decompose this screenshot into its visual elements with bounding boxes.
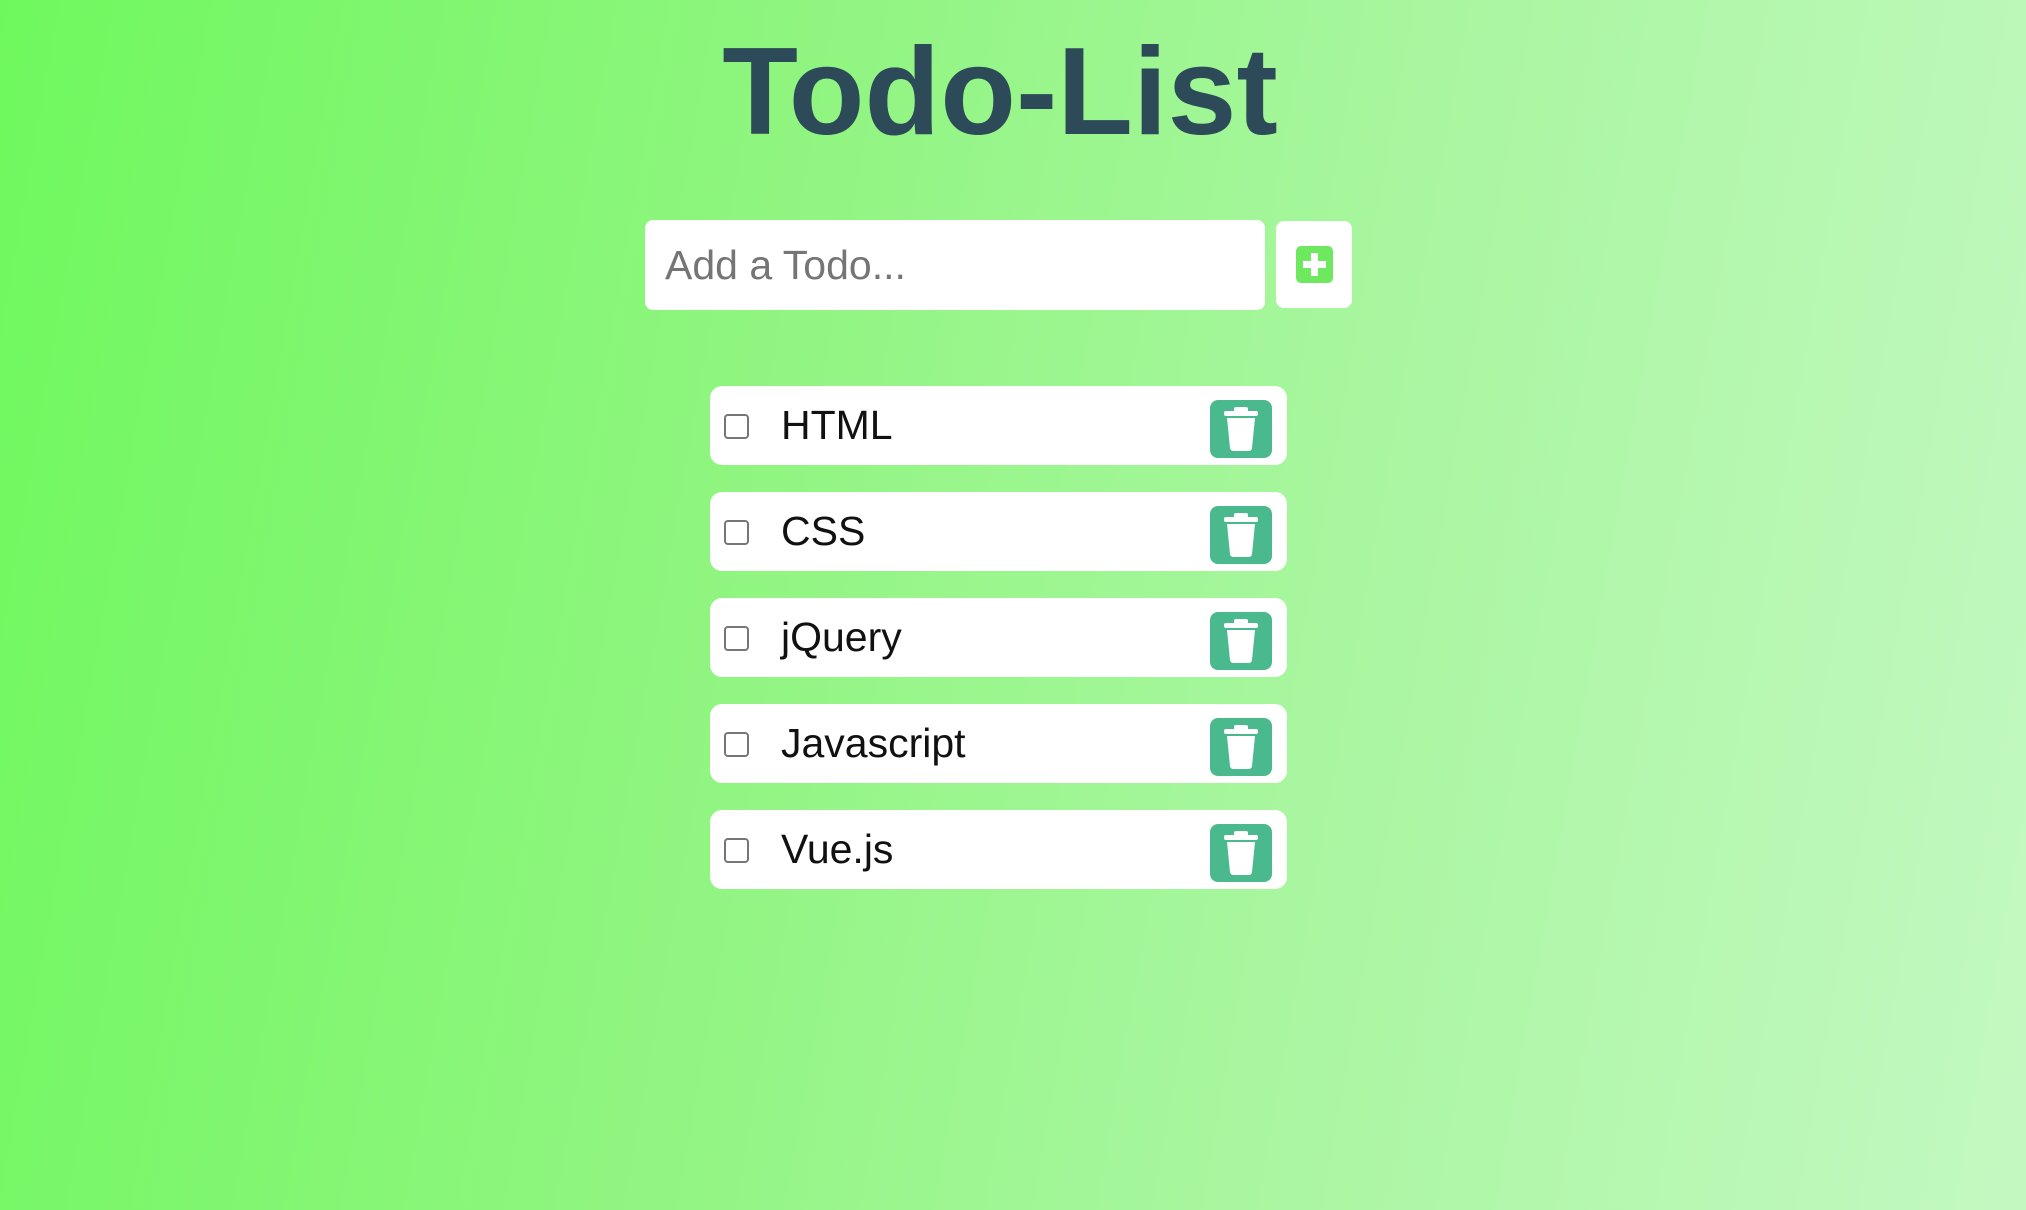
trash-icon: [1224, 725, 1258, 769]
todo-item: Javascript: [710, 704, 1287, 783]
todo-item: Vue.js: [710, 810, 1287, 889]
todo-item: CSS: [710, 492, 1287, 571]
todo-checkbox[interactable]: [724, 838, 749, 863]
delete-todo-button[interactable]: [1210, 612, 1272, 670]
todo-text: Javascript: [781, 720, 966, 766]
todo-text: jQuery: [781, 614, 902, 660]
delete-todo-button[interactable]: [1210, 718, 1272, 776]
delete-todo-button[interactable]: [1210, 506, 1272, 564]
todo-checkbox[interactable]: [724, 520, 749, 545]
todo-checkbox[interactable]: [724, 414, 749, 439]
todo-text: HTML: [781, 402, 893, 448]
trash-icon: [1224, 831, 1258, 875]
todo-text: CSS: [781, 508, 866, 554]
todo-item: HTML: [710, 386, 1287, 465]
todo-item: jQuery: [710, 598, 1287, 677]
todo-list: HTML CSS jQuery Javascript Vue.js: [710, 386, 1287, 916]
trash-icon: [1224, 513, 1258, 557]
trash-icon: [1224, 407, 1258, 451]
delete-todo-button[interactable]: [1210, 400, 1272, 458]
add-todo-input[interactable]: [645, 220, 1265, 310]
todo-checkbox[interactable]: [724, 732, 749, 757]
page-title: Todo-List: [722, 23, 1278, 161]
delete-todo-button[interactable]: [1210, 824, 1272, 882]
add-todo-button[interactable]: [1276, 221, 1352, 308]
todo-text: Vue.js: [781, 826, 894, 872]
plus-square-icon: [1295, 246, 1333, 283]
trash-icon: [1224, 619, 1258, 663]
todo-checkbox[interactable]: [724, 626, 749, 651]
